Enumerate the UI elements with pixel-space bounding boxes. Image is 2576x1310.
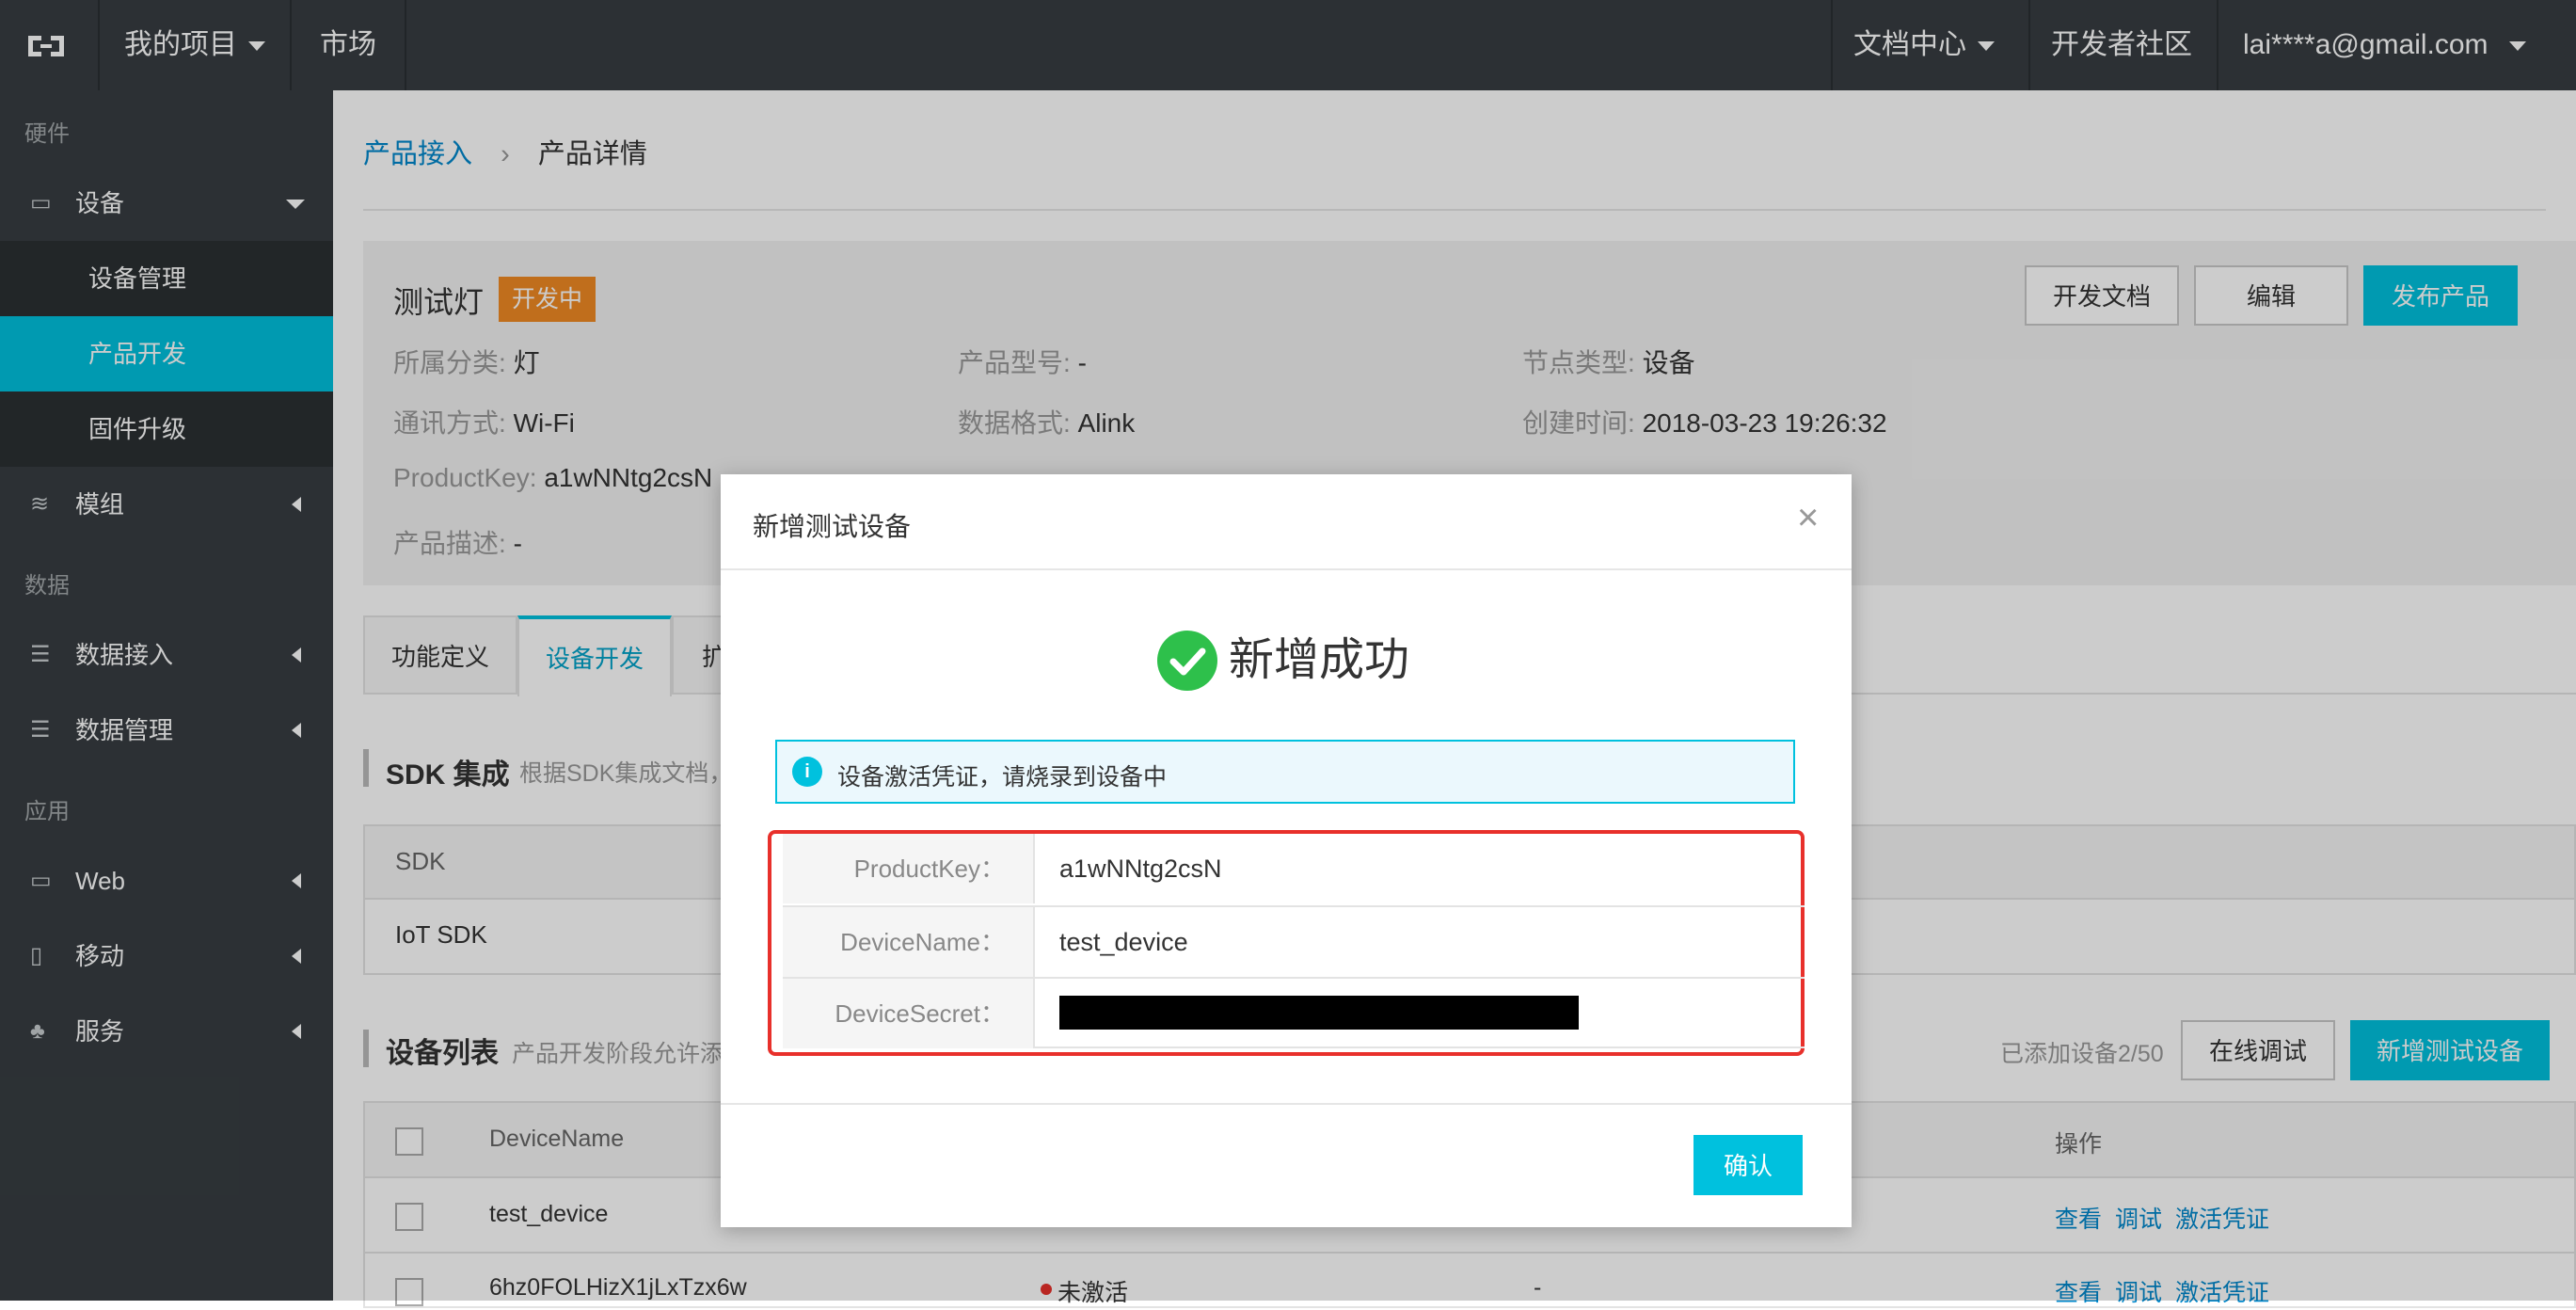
dialog-title: 新增测试设备	[753, 512, 912, 541]
cred-label: DeviceSecret：	[783, 979, 1035, 1048]
cred-label: ProductKey：	[783, 834, 1035, 903]
add-test-device-dialog: 新增测试设备 × 新增成功 i 设备激活凭证，请烧录到设备中 ProductKe…	[721, 474, 1852, 1227]
success-icon	[1157, 631, 1217, 691]
info-text: 设备激活凭证，请烧录到设备中	[837, 764, 1168, 791]
info-icon: i	[792, 757, 822, 787]
info-banner: i 设备激活凭证，请烧录到设备中	[775, 740, 1795, 804]
redacted-secret	[1059, 996, 1579, 1030]
confirm-button[interactable]: 确认	[1693, 1135, 1803, 1195]
dialog-footer-divider	[721, 1103, 1852, 1105]
cred-row-devicesecret: DeviceSecret：	[783, 977, 1805, 1048]
cred-row-devicename: DeviceName： test_device	[783, 905, 1805, 977]
dialog-header-divider	[721, 568, 1852, 570]
cred-value: test_device	[1059, 928, 1188, 956]
credentials-box: ProductKey： a1wNNtg2csN DeviceName： test…	[768, 830, 1805, 1056]
close-icon[interactable]: ×	[1797, 495, 1819, 540]
cred-row-productkey: ProductKey： a1wNNtg2csN	[783, 834, 1805, 905]
cred-value: a1wNNtg2csN	[1059, 855, 1222, 883]
success-text: 新增成功	[1229, 635, 1410, 685]
cred-label: DeviceName：	[783, 907, 1035, 977]
